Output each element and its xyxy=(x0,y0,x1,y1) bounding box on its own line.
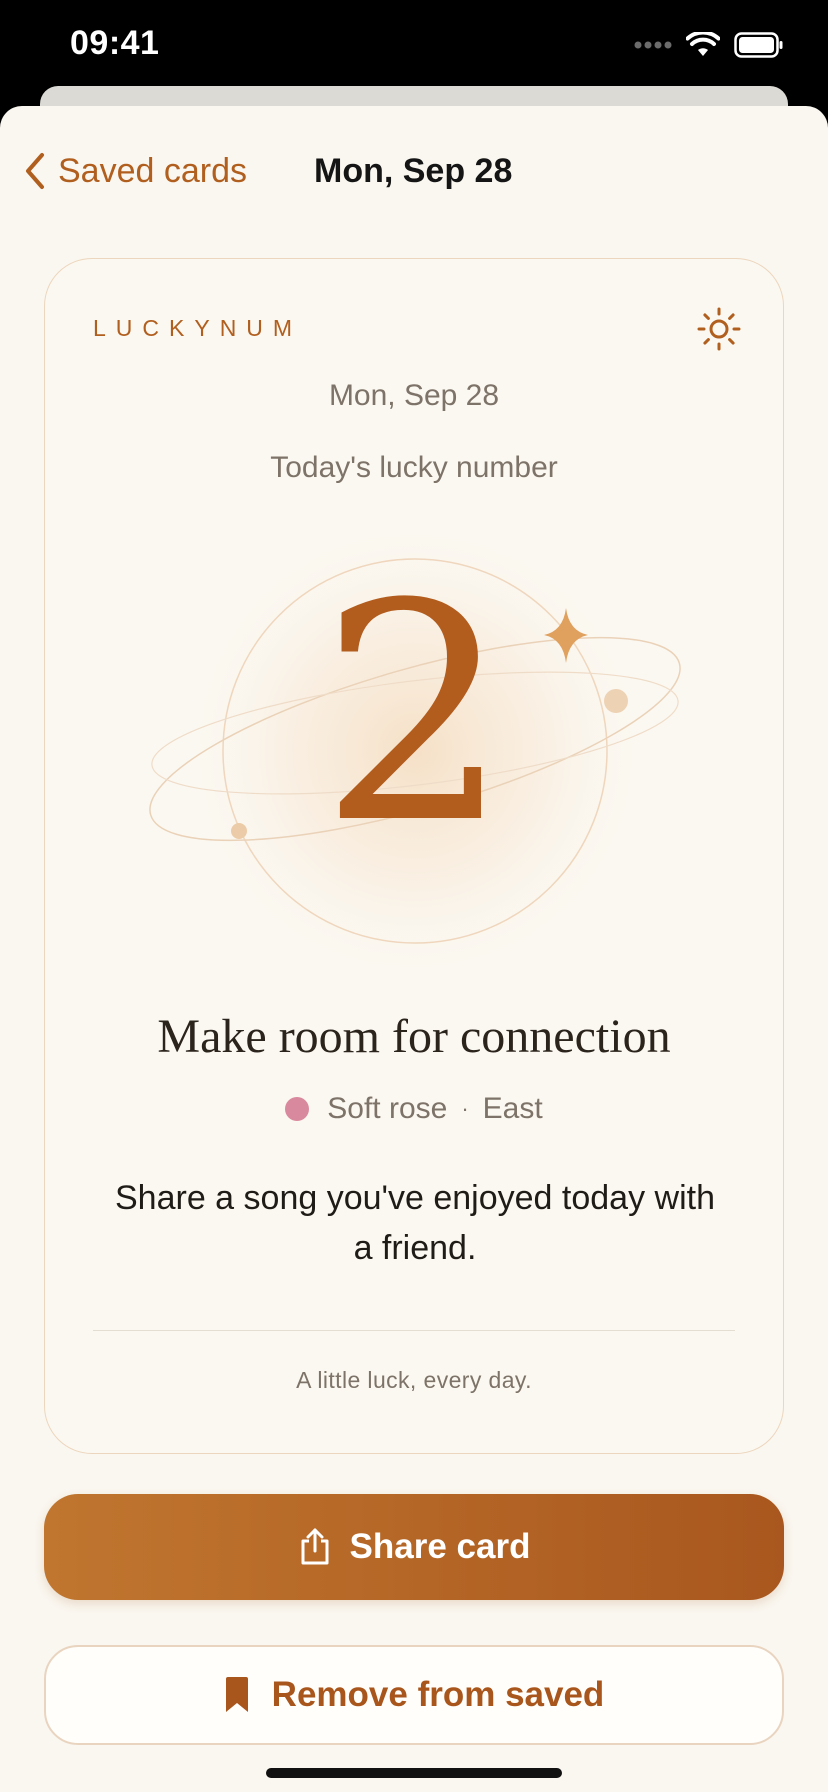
card-headline: Make room for connection xyxy=(157,1010,671,1063)
card-detail-sheet: Saved cards Mon, Sep 28 LUCKYNUM Mon, Se… xyxy=(0,106,828,1792)
share-card-button[interactable]: Share card xyxy=(44,1494,784,1600)
lucky-card: LUCKYNUM Mon, Sep 28 Today's lucky numbe… xyxy=(44,258,784,1454)
card-divider xyxy=(93,1330,735,1331)
share-card-label: Share card xyxy=(349,1527,531,1566)
status-time: 09:41 xyxy=(70,24,160,62)
lucky-meta: Soft rose · East xyxy=(45,1089,783,1129)
signal-icon xyxy=(634,41,672,49)
back-button-label: Saved cards xyxy=(58,151,247,190)
remove-from-saved-button[interactable]: Remove from saved xyxy=(44,1645,784,1745)
card-date: Mon, Sep 28 xyxy=(328,379,500,412)
wifi-icon xyxy=(686,32,720,56)
battery-icon xyxy=(734,32,783,58)
card-subtitle: Today's lucky number xyxy=(270,451,558,484)
bookmark-icon xyxy=(225,1677,248,1712)
status-icons xyxy=(634,30,784,60)
home-indicator xyxy=(266,1768,562,1778)
lucky-color-label: Soft rose xyxy=(327,1092,448,1125)
share-icon xyxy=(301,1528,329,1565)
sun-icon[interactable] xyxy=(695,305,743,353)
brand-wordmark: LUCKYNUM xyxy=(93,315,303,341)
lucky-number: 2 xyxy=(319,540,511,889)
lucky-direction-label: East xyxy=(482,1092,543,1125)
nav-bar: Saved cards Mon, Sep 28 xyxy=(0,136,828,206)
back-button[interactable]: Saved cards xyxy=(22,146,247,196)
color-swatch xyxy=(285,1097,310,1121)
status-bar: 09:41 xyxy=(0,0,828,96)
meta-separator: · xyxy=(461,1096,469,1121)
card-footer: A little luck, every day. xyxy=(296,1367,532,1393)
chevron-left-icon xyxy=(26,153,44,189)
card-body-text: Share a song you've enjoyed today with a… xyxy=(115,1179,715,1267)
remove-from-saved-label: Remove from saved xyxy=(271,1675,605,1714)
nav-title: Mon, Sep 28 xyxy=(314,152,513,190)
